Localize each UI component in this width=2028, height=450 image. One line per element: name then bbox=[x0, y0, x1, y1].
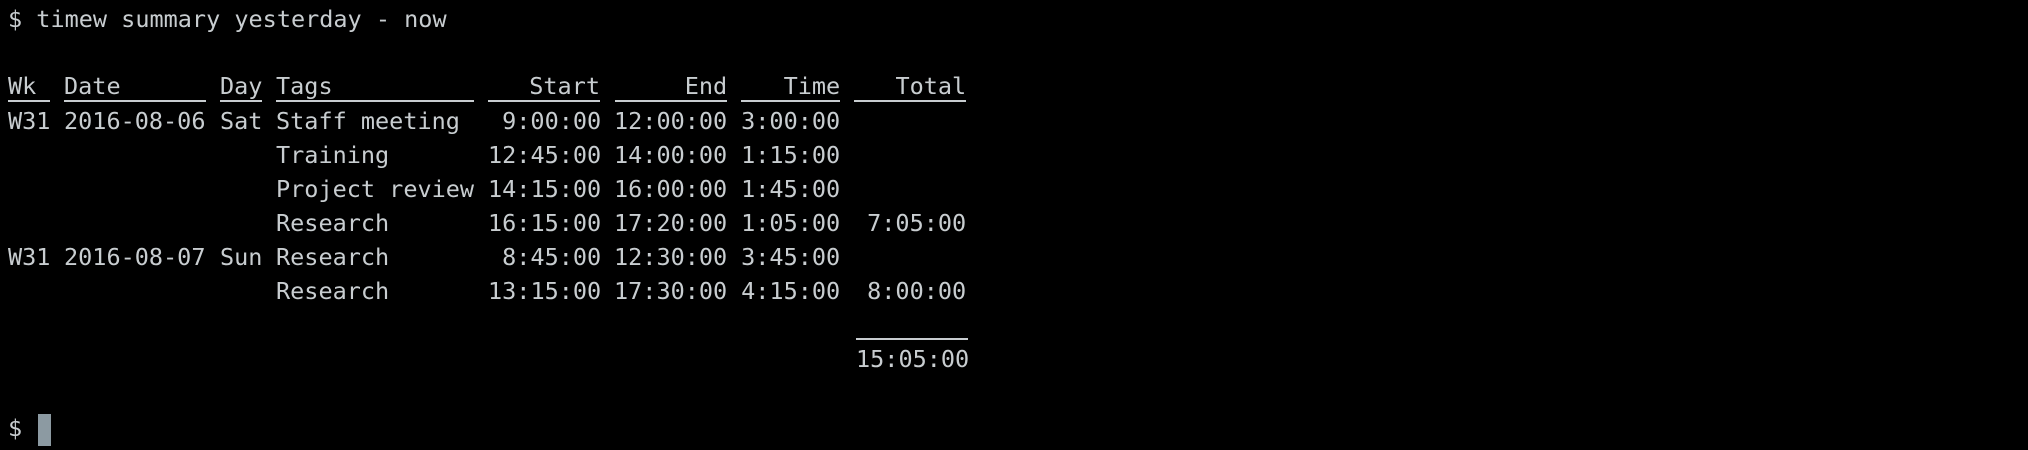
cell-wk bbox=[8, 172, 64, 206]
cell-tags: Training bbox=[276, 141, 390, 169]
prompt-symbol: $ bbox=[8, 414, 37, 442]
cell-day: Sun bbox=[220, 243, 263, 271]
cell-time: 1:45:00 bbox=[741, 175, 841, 203]
cell-tags: Research bbox=[276, 209, 390, 237]
cell-end: 17:20:00 bbox=[614, 209, 728, 237]
cell-total bbox=[840, 104, 966, 138]
cell-tags: Staff meeting bbox=[276, 107, 460, 135]
column-header-total: Total bbox=[840, 70, 967, 104]
column-header-wk: Wk bbox=[8, 70, 64, 104]
cell-wk: W31 bbox=[8, 107, 51, 135]
cell-day bbox=[220, 206, 276, 240]
cell-end: 16:00:00 bbox=[614, 175, 728, 203]
input-prompt[interactable]: $ bbox=[8, 411, 52, 446]
column-header-date: Date bbox=[64, 70, 220, 104]
cell-day bbox=[220, 172, 276, 206]
cell-time: 3:45:00 bbox=[741, 243, 841, 271]
cell-start: 8:45:00 bbox=[502, 243, 602, 271]
table-row: W31 2016-08-06 Sat Staff meeting 9:00:00 12:0… bbox=[8, 104, 966, 138]
table-body: W31 2016-08-06 Sat Staff meeting 9:00:00 12:0… bbox=[8, 104, 966, 308]
table-row: W31 2016-08-07 Sun Research 8:45:00 12:30:00 3… bbox=[8, 240, 966, 274]
cell-total bbox=[840, 138, 966, 172]
command-line: $ timew summary yesterday - now bbox=[8, 5, 447, 33]
cell-total: 7:05:00 bbox=[867, 209, 967, 237]
cell-date bbox=[64, 138, 220, 172]
cell-date bbox=[64, 172, 220, 206]
cell-tags: Research bbox=[276, 243, 390, 271]
cell-end: 12:00:00 bbox=[614, 107, 728, 135]
cell-total bbox=[840, 240, 966, 274]
table-row: Project review 14:15:00 16:00:00 1:45:00 bbox=[8, 172, 966, 206]
summary-table: Wk Date Day Tags Start End Time Total W3… bbox=[8, 70, 967, 308]
cell-end: 17:30:00 bbox=[614, 277, 728, 305]
column-header-start: Start bbox=[488, 70, 601, 104]
cell-wk bbox=[8, 206, 64, 240]
cell-start: 14:15:00 bbox=[488, 175, 602, 203]
table-header-row: Wk Date Day Tags Start End Time Total bbox=[8, 70, 967, 104]
cell-total: 8:00:00 bbox=[867, 277, 967, 305]
cell-end: 12:30:00 bbox=[614, 243, 728, 271]
cell-total bbox=[840, 172, 966, 206]
cell-start: 12:45:00 bbox=[488, 141, 602, 169]
column-header-tags: Tags bbox=[276, 70, 488, 104]
cell-time: 3:00:00 bbox=[741, 107, 841, 135]
cell-date: 2016-08-06 bbox=[64, 107, 206, 135]
cell-day bbox=[220, 274, 276, 308]
table-row: Research 13:15:00 17:30:00 4:15:00 8:00:00 bbox=[8, 274, 966, 308]
cell-day: Sat bbox=[220, 107, 263, 135]
table-row: Training 12:45:00 14:00:00 1:15:00 bbox=[8, 138, 966, 172]
grand-total-divider bbox=[856, 338, 968, 340]
cell-time: 1:15:00 bbox=[741, 141, 841, 169]
cell-start: 13:15:00 bbox=[488, 277, 602, 305]
cell-day bbox=[220, 138, 276, 172]
cell-end: 14:00:00 bbox=[614, 141, 728, 169]
cell-tags: Research bbox=[276, 277, 390, 305]
cell-wk bbox=[8, 274, 64, 308]
text-cursor bbox=[38, 413, 52, 446]
cell-wk: W31 bbox=[8, 243, 51, 271]
cell-time: 1:05:00 bbox=[741, 209, 841, 237]
cell-date: 2016-08-07 bbox=[64, 243, 206, 271]
column-header-day: Day bbox=[220, 72, 263, 102]
cell-start: 9:00:00 bbox=[502, 107, 602, 135]
table-row: Research 16:15:00 17:20:00 1:05:00 7:05:00 bbox=[8, 206, 966, 240]
cell-wk bbox=[8, 138, 64, 172]
grand-total: 15:05:00 bbox=[856, 345, 970, 373]
cell-start: 16:15:00 bbox=[488, 209, 602, 237]
terminal-window: $ timew summary yesterday - now Wk Date … bbox=[8, 0, 2020, 450]
column-header-end: End bbox=[601, 70, 728, 104]
cell-time: 4:15:00 bbox=[741, 277, 841, 305]
column-header-time: Time bbox=[727, 70, 841, 104]
cell-tags: Project review bbox=[276, 175, 475, 203]
cell-date bbox=[64, 274, 220, 308]
cell-date bbox=[64, 206, 220, 240]
